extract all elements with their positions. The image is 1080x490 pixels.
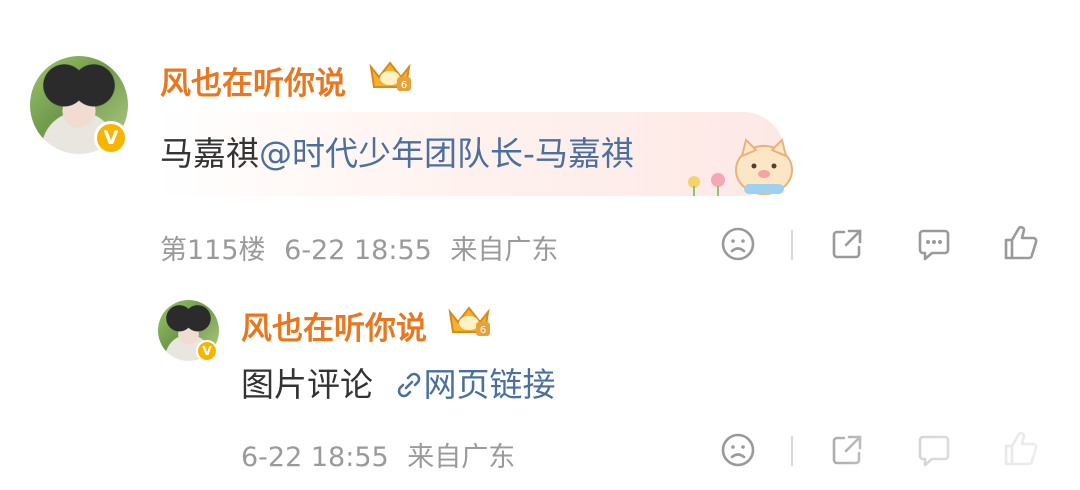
link-icon [397,372,420,398]
share-icon[interactable] [829,226,865,262]
mention-link[interactable]: @时代少年团队长-马嘉祺 [259,134,634,173]
cat-sticker-icon [688,138,793,196]
web-link[interactable]: 网页链接 [394,365,556,404]
svg-text:6: 6 [401,80,407,91]
comment-meta: 第115楼 6-22 18:55 来自广东 [160,228,558,267]
reply-time: 6-22 18:55 [241,442,389,473]
verified-v-icon: V [196,340,218,362]
reply-source: 来自广东 [407,442,516,473]
reply-text-plain: 图片评论 [241,365,373,404]
web-link-text[interactable]: 网页链接 [424,365,556,404]
crown-fan-badge-icon: 6 [448,306,490,336]
frown-face-icon[interactable] [720,226,756,262]
verified-v-icon: V [94,121,128,155]
comment-icon[interactable] [915,227,953,263]
reply-username[interactable]: 风也在听你说 [241,303,427,348]
bottom-fade [800,420,1080,490]
svg-text:6: 6 [480,325,486,336]
reply-meta: 6-22 18:55 来自广东 [241,435,515,474]
commenter-username[interactable]: 风也在听你说 [160,58,346,103]
comment-text-plain: 马嘉祺 [160,134,259,173]
comment-text: 马嘉祺@时代少年团队长-马嘉祺 [160,127,634,175]
comment-time: 6-22 18:55 [284,235,432,266]
action-divider [791,230,793,260]
crown-fan-badge-icon: 6 [369,61,411,91]
action-divider [791,436,793,466]
frown-face-icon[interactable] [720,432,756,468]
reply-text: 图片评论 网页链接 [241,358,556,406]
floor-number: 第115楼 [160,235,266,266]
thumbs-up-icon[interactable] [1002,224,1040,262]
comment-source: 来自广东 [450,235,559,266]
